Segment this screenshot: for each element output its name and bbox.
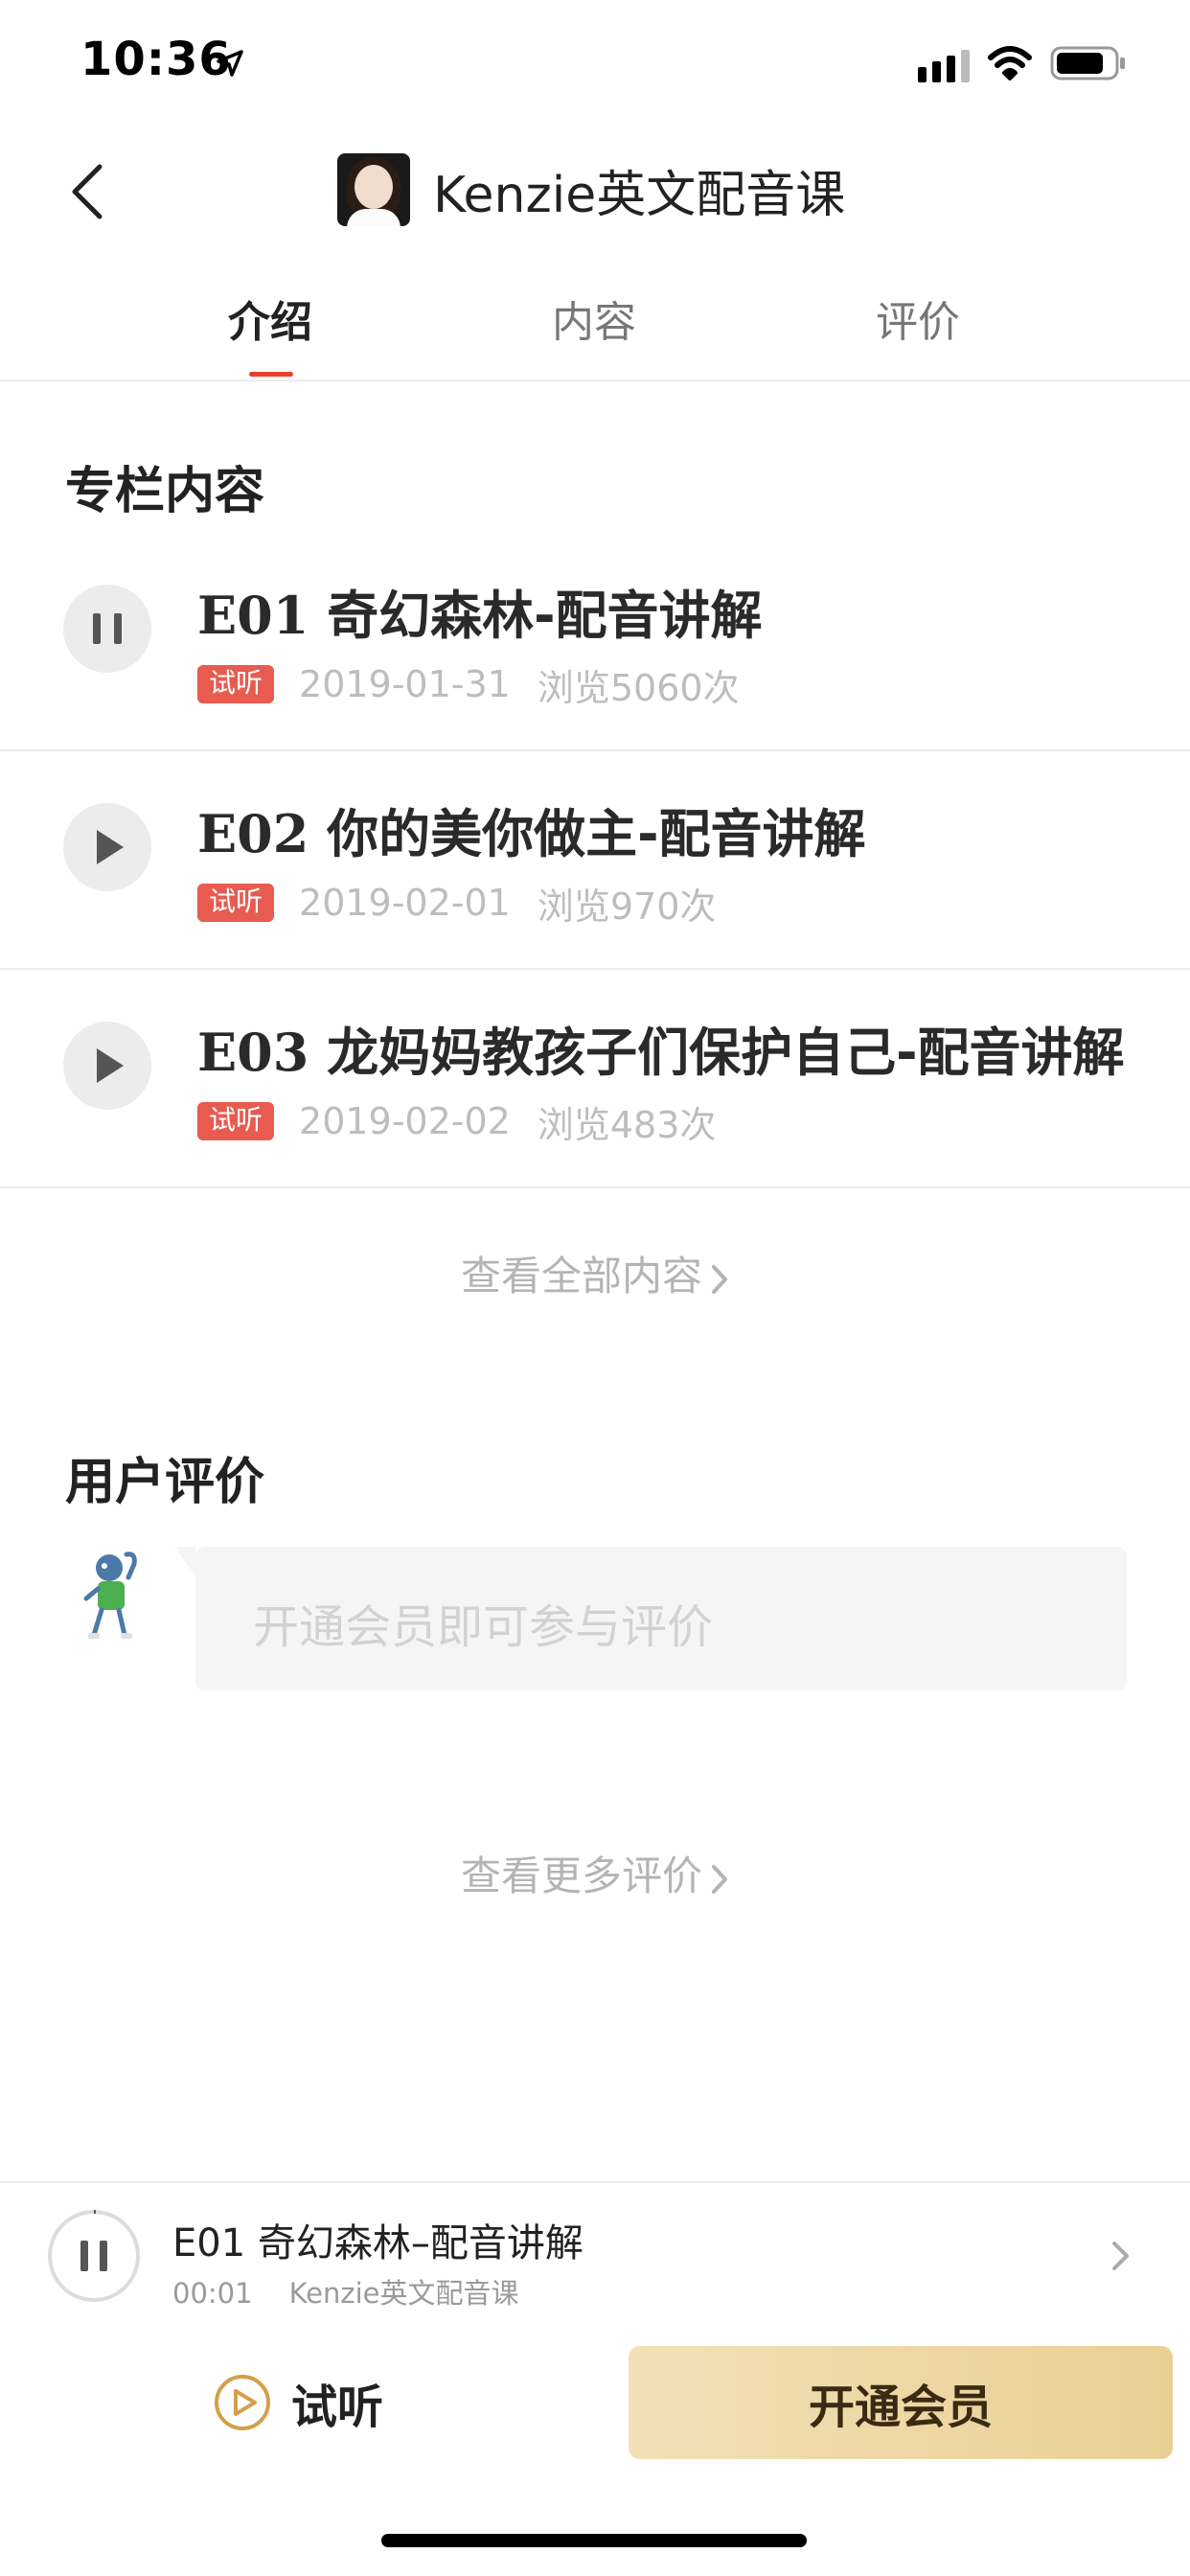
user-avatar [83,1552,137,1639]
join-membership-button[interactable]: 开通会员 [629,2346,1173,2459]
episode-views: 浏览483次 [537,1103,717,1146]
mini-player-course: Kenzie英文配音课 [288,2277,519,2310]
episode-date: 2019-02-01 [299,882,511,924]
active-tab-indicator [249,372,293,377]
location-arrow-icon [217,50,243,77]
episode-item[interactable]: E03 龙妈妈教孩子们保护自己-配音讲解 试听 2019-02-02 浏览483… [0,968,1190,1188]
status-bar: 10:36 [0,0,1190,126]
play-circle-icon [215,2375,270,2430]
mini-player-subtitle: 00:01 Kenzie英文配音课 [172,2271,519,2312]
pause-button[interactable] [63,585,151,673]
episode-title: E02 你的美你做主-配音讲解 [197,803,866,864]
trial-badge: 试听 [197,1102,275,1140]
tab-reviews[interactable]: 评价 [876,288,960,349]
episode-date: 2019-01-31 [299,663,511,705]
mini-player-title: E01 奇幻森林–配音讲解 [172,2221,584,2266]
episode-title: E01 奇幻森林-配音讲解 [197,585,763,646]
tab-bar: 介绍 内容 评价 [0,261,1190,381]
play-icon [97,1048,124,1083]
pause-icon [93,613,122,644]
bottom-action-bar: 试听 开通会员 [0,2327,1190,2499]
cellular-signal-icon [918,50,970,82]
nav-header: Kenzie英文配音课 [0,126,1190,261]
mini-player[interactable]: E01 奇幻森林–配音讲解 00:01 Kenzie英文配音课 [0,2181,1190,2329]
trial-badge: 试听 [197,884,275,922]
episode-views: 浏览5060次 [537,666,740,709]
tab-intro[interactable]: 介绍 [228,288,312,349]
content-section-heading: 专栏内容 [65,463,265,520]
chevron-right-icon[interactable] [1110,2239,1133,2273]
episode-item[interactable]: E02 你的美你做主-配音讲解 试听 2019-02-01 浏览970次 [0,749,1190,970]
episode-meta: 试听 2019-01-31 浏览5060次 [197,663,740,709]
mini-player-time: 00:01 [172,2277,253,2310]
nav-title-group: Kenzie英文配音课 [337,153,845,226]
chevron-right-icon [712,1264,727,1294]
episode-views: 浏览970次 [537,885,717,928]
mini-player-pause-button[interactable] [46,2208,142,2304]
review-input[interactable]: 开通会员即可参与评价 [174,1547,1127,1690]
battery-icon [1050,46,1125,80]
trial-listen-button[interactable]: 试听 [213,2369,383,2436]
trial-badge: 试听 [197,665,275,703]
chevron-right-icon [712,1864,727,1894]
tab-content[interactable]: 内容 [552,288,636,349]
episode-date: 2019-02-02 [299,1100,511,1142]
play-icon [97,830,124,864]
episode-meta: 试听 2019-02-02 浏览483次 [197,1100,716,1146]
page-title: Kenzie英文配音课 [433,166,846,224]
play-button[interactable] [63,1022,151,1110]
wifi-icon [988,46,1032,80]
episode-title: E03 龙妈妈教孩子们保护自己-配音讲解 [197,1022,1125,1083]
play-button[interactable] [63,803,151,891]
view-more-reviews-link[interactable]: 查看更多评价 [0,1844,1190,1902]
review-section-heading: 用户评价 [65,1454,265,1511]
home-indicator [381,2534,807,2547]
view-all-content-link[interactable]: 查看全部内容 [0,1244,1190,1302]
teacher-avatar [337,153,410,226]
episode-meta: 试听 2019-02-01 浏览970次 [197,882,716,928]
episode-item[interactable]: E01 奇幻森林-配音讲解 试听 2019-01-31 浏览5060次 [0,531,1190,751]
review-placeholder: 开通会员即可参与评价 [253,1600,714,1654]
back-chevron-icon[interactable] [67,161,109,222]
status-time: 10:36 [80,33,232,86]
